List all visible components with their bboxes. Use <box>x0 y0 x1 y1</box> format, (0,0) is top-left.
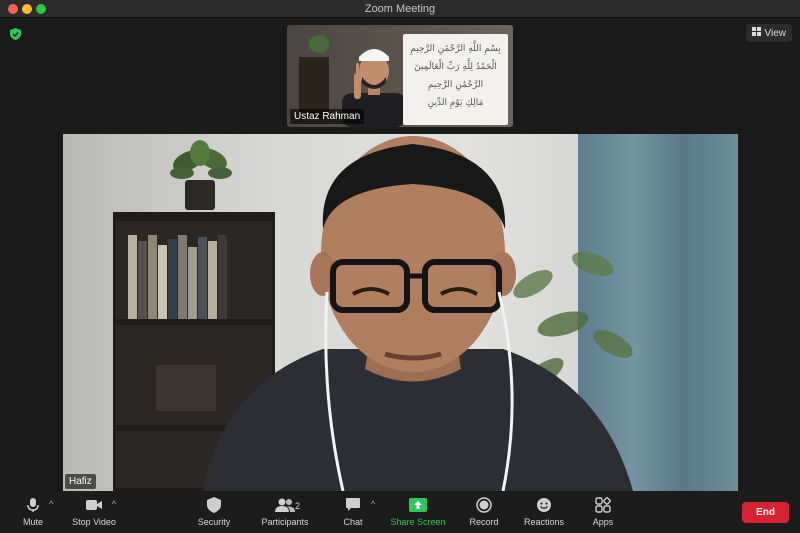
chat-button[interactable]: Chat <box>336 497 370 531</box>
whiteboard-line: بِسْمِ اللَّهِ الرَّحْمَٰنِ الرَّحِيمِ <box>410 44 501 54</box>
apps-button[interactable]: Apps <box>588 497 618 531</box>
whiteboard-line: الْحَمْدُ لِلَّهِ رَبِّ الْعَالَمِينَ <box>414 62 497 72</box>
thumbnail-video-tile[interactable]: بِسْمِ اللَّهِ الرَّحْمَٰنِ الرَّحِيمِ ا… <box>287 25 513 127</box>
video-camera-icon <box>86 500 102 510</box>
security-label: Security <box>197 517 231 527</box>
record-button[interactable]: Record <box>466 497 502 531</box>
chat-label: Chat <box>343 517 363 527</box>
record-icon <box>476 497 492 513</box>
share-screen-icon <box>409 498 427 512</box>
security-shield-icon <box>207 497 221 513</box>
whiteboard-line: الرَّحْمَٰنِ الرَّحِيمِ <box>427 80 484 90</box>
encryption-shield-icon[interactable] <box>10 27 21 45</box>
audio-options-chevron-icon[interactable]: ^ <box>49 499 53 509</box>
participants-button[interactable]: Participants <box>258 497 312 531</box>
reactions-label: Reactions <box>523 517 565 527</box>
view-button[interactable]: View <box>745 24 792 42</box>
participants-count-badge: 2 <box>295 501 301 511</box>
video-options-chevron-icon[interactable]: ^ <box>112 499 116 509</box>
main-participant-name: Hafiz <box>65 474 96 489</box>
record-label: Record <box>469 517 499 527</box>
meeting-toolbar: Mute ^ Stop Video ^ Security Participant… <box>0 491 800 533</box>
reactions-button[interactable]: Reactions <box>522 497 566 531</box>
title-bar: Zoom Meeting <box>0 0 800 18</box>
window-title: Zoom Meeting <box>364 3 436 15</box>
microphone-icon <box>27 498 39 512</box>
mute-label: Mute <box>22 517 43 527</box>
participants-icon <box>275 498 295 512</box>
book <box>128 235 137 319</box>
student-figure <box>203 136 633 491</box>
mute-button[interactable]: Mute <box>14 497 52 531</box>
whiteboard: بِسْمِ اللَّهِ الرَّحْمَٰنِ الرَّحِيمِ ا… <box>403 34 508 125</box>
security-button[interactable]: Security <box>194 497 234 531</box>
participants-label: Participants <box>261 517 309 527</box>
thumbnail-plant <box>309 35 329 53</box>
apps-label: Apps <box>592 517 614 527</box>
view-label: View <box>764 27 787 39</box>
share-screen-button[interactable]: Share Screen <box>388 497 448 531</box>
chat-options-chevron-icon[interactable]: ^ <box>371 499 375 509</box>
thumbnail-participant-name: Ustaz Rahman <box>290 109 365 124</box>
grid-icon <box>751 27 761 39</box>
main-video-tile[interactable]: Hafiz <box>63 134 738 491</box>
smiley-icon <box>537 498 551 512</box>
end-meeting-button[interactable]: End <box>742 502 789 523</box>
whiteboard-line: مَالِكِ يَوْمِ الدِّينِ <box>427 98 484 108</box>
chat-bubble-icon <box>346 498 360 511</box>
share-screen-label: Share Screen <box>390 517 446 527</box>
apps-icon <box>595 497 611 513</box>
end-label: End <box>756 507 775 518</box>
stop-video-label: Stop Video <box>72 517 116 527</box>
stop-video-button[interactable]: Stop Video <box>70 497 118 531</box>
